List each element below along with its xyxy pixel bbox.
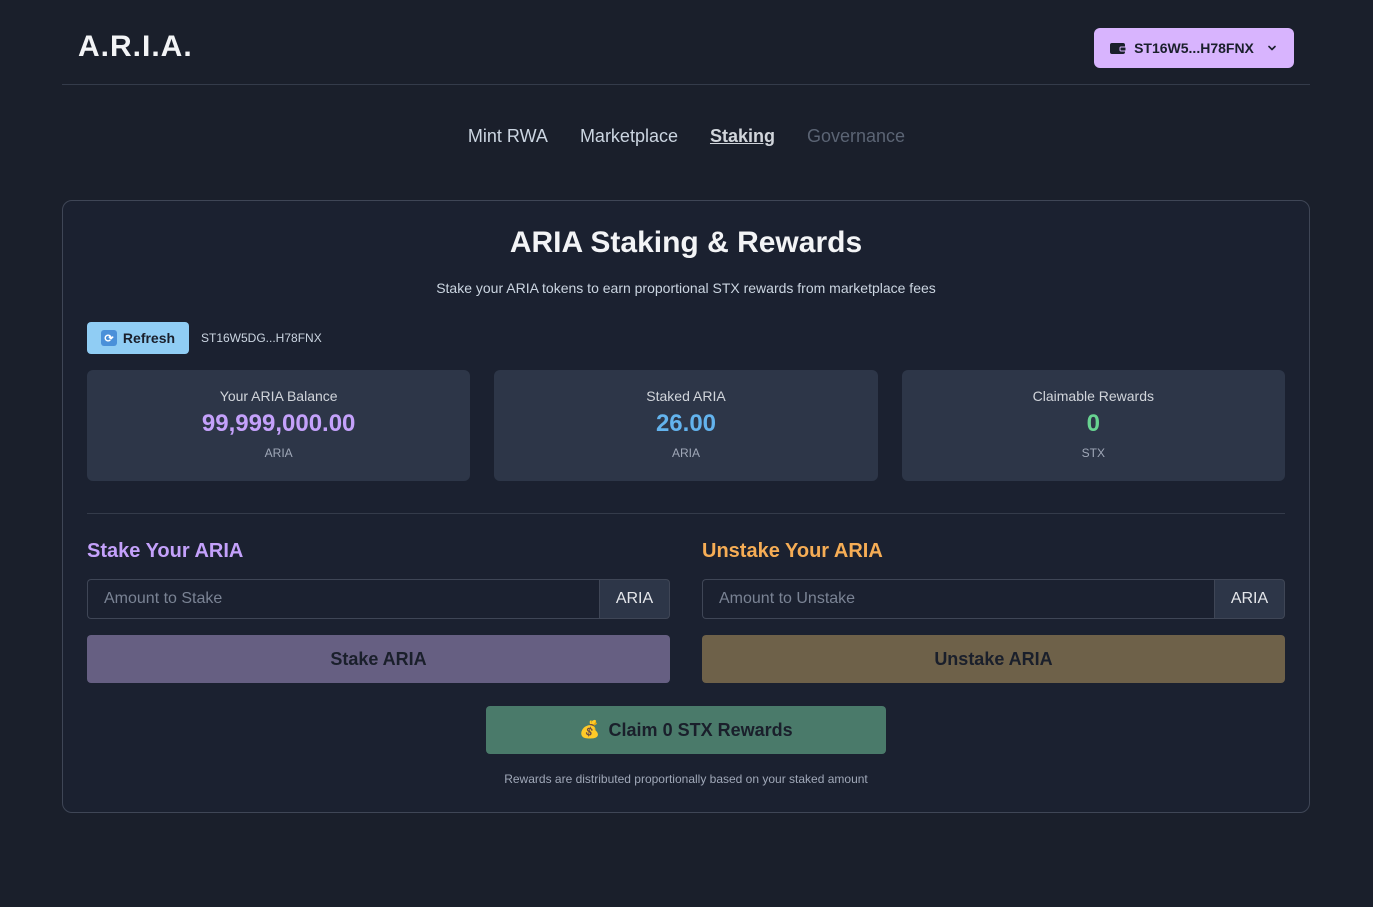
connected-address: ST16W5DG...H78FNX: [201, 331, 322, 345]
chevron-down-icon: [1266, 42, 1278, 54]
wallet-address: ST16W5...H78FNX: [1134, 40, 1254, 56]
unstake-unit-addon: ARIA: [1214, 579, 1285, 619]
unstake-button[interactable]: Unstake ARIA: [702, 635, 1285, 683]
stake-input-group: ARIA: [87, 579, 670, 619]
stat-card-balance: Your ARIA Balance 99,999,000.00 ARIA: [87, 370, 471, 481]
stake-button[interactable]: Stake ARIA: [87, 635, 670, 683]
staking-card: ARIA Staking & Rewards Stake your ARIA t…: [62, 200, 1310, 813]
main-nav: Mint RWA Marketplace Staking Governance: [0, 126, 1373, 147]
header: A.R.I.A. ST16W5...H78FNX: [62, 0, 1310, 85]
refresh-button[interactable]: ⟳ Refresh: [87, 322, 189, 354]
claim-label: Claim 0 STX Rewards: [608, 719, 793, 740]
stat-value: 0: [1086, 410, 1100, 437]
app-logo: A.R.I.A.: [78, 30, 193, 63]
stake-title: Stake Your ARIA: [87, 540, 244, 562]
nav-item-staking[interactable]: Staking: [710, 126, 775, 147]
stake-panel: Stake Your ARIA ARIA Stake ARIA: [87, 540, 670, 683]
stat-label: Your ARIA Balance: [219, 388, 338, 404]
refresh-label: Refresh: [122, 330, 176, 346]
stat-unit: STX: [1081, 446, 1105, 460]
money-bag-icon: 💰: [579, 720, 601, 739]
unstake-input-group: ARIA: [702, 579, 1285, 619]
stat-unit: ARIA: [264, 446, 293, 460]
stake-unit-addon: ARIA: [599, 579, 670, 619]
divider: [87, 513, 1285, 514]
unstake-panel: Unstake Your ARIA ARIA Unstake ARIA: [702, 540, 1285, 683]
nav-item-governance[interactable]: Governance: [807, 126, 905, 147]
page-subtitle: Stake your ARIA tokens to earn proportio…: [436, 280, 936, 296]
stat-card-staked: Staked ARIA 26.00 ARIA: [494, 370, 878, 481]
page-title: ARIA Staking & Rewards: [509, 226, 863, 259]
wallet-icon: [1110, 42, 1127, 55]
stat-card-rewards: Claimable Rewards 0 STX: [901, 370, 1285, 481]
wallet-button[interactable]: ST16W5...H78FNX: [1094, 28, 1294, 68]
stat-unit: ARIA: [671, 446, 700, 460]
stat-value: 99,999,000.00: [201, 410, 356, 437]
refresh-icon: ⟳: [100, 330, 117, 346]
refresh-row: ⟳ Refresh ST16W5DG...H78FNX: [87, 322, 322, 354]
stat-label: Claimable Rewards: [1032, 388, 1155, 404]
stat-value: 26.00: [655, 410, 717, 437]
stats-row: Your ARIA Balance 99,999,000.00 ARIA Sta…: [87, 370, 1285, 481]
unstake-title: Unstake Your ARIA: [702, 540, 883, 562]
stake-amount-input[interactable]: [87, 579, 599, 619]
unstake-amount-input[interactable]: [702, 579, 1214, 619]
claim-rewards-button[interactable]: 💰 Claim 0 STX Rewards: [486, 706, 886, 754]
nav-item-marketplace[interactable]: Marketplace: [580, 126, 678, 147]
nav-item-mint-rwa[interactable]: Mint RWA: [468, 126, 548, 147]
rewards-footnote: Rewards are distributed proportionally b…: [504, 772, 868, 786]
stat-label: Staked ARIA: [646, 388, 726, 404]
